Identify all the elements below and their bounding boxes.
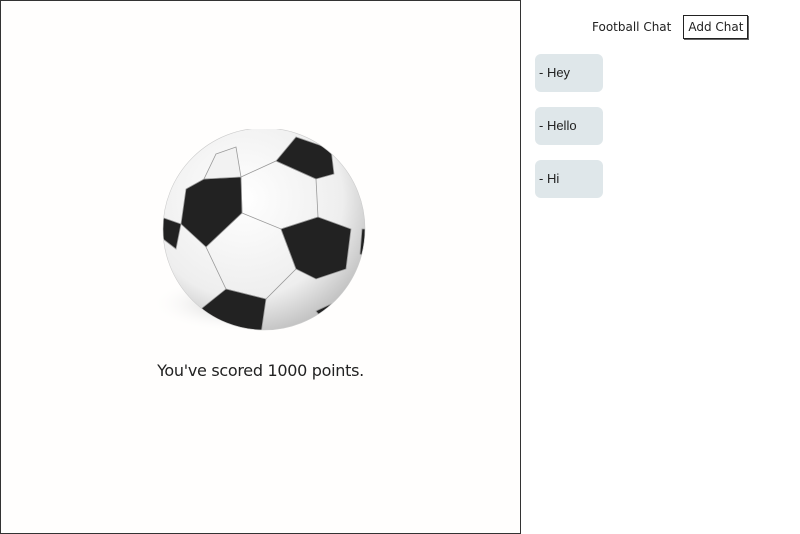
soccer-ball-icon[interactable] (146, 129, 376, 339)
chat-header: Football Chat Add Chat (592, 14, 749, 40)
score-text: You've scored 1000 points. (157, 361, 364, 380)
message-bubble[interactable]: - Hey (535, 54, 603, 92)
add-chat-button[interactable]: Add Chat (683, 15, 749, 39)
message-bubble[interactable]: - Hi (535, 160, 603, 198)
chat-panel: Football Chat Add Chat - Hey - Hello - H… (521, 0, 800, 534)
chat-title: Football Chat (592, 20, 672, 34)
app-root: You've scored 1000 points. Football Chat… (0, 0, 800, 534)
game-panel[interactable]: You've scored 1000 points. (0, 0, 521, 534)
message-list: - Hey - Hello - Hi (535, 54, 603, 198)
message-bubble[interactable]: - Hello (535, 107, 603, 145)
